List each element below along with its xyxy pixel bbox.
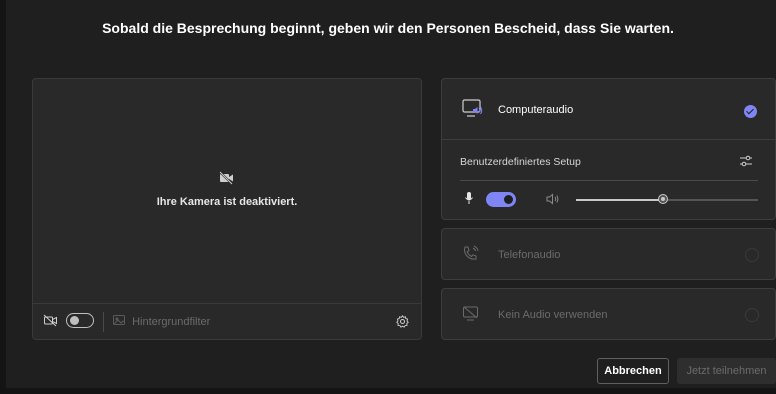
background-filter-icon: [113, 315, 128, 328]
phone-audio-label: Telefonaudio: [498, 249, 561, 261]
computer-audio-label: Computeraudio: [498, 104, 574, 116]
gear-icon[interactable]: [396, 315, 409, 333]
device-settings-icon[interactable]: [739, 154, 753, 172]
no-audio-option[interactable]: Kein Audio verwenden: [441, 288, 776, 340]
camera-off-icon: [43, 314, 59, 332]
window-edge-bottom: [0, 388, 776, 394]
microphone-icon: [464, 191, 474, 210]
window-edge-left: [0, 0, 6, 394]
no-audio-label: Kein Audio verwenden: [498, 309, 608, 321]
camera-toggle[interactable]: [66, 313, 94, 328]
divider: [460, 180, 758, 181]
camera-status-text: Ihre Kamera ist deaktiviert.: [156, 196, 298, 208]
divider: [442, 139, 775, 140]
background-filter-label: Hintergrundfilter: [132, 316, 211, 328]
no-audio-radio[interactable]: [745, 308, 759, 322]
background-filter-button[interactable]: Hintergrundfilter: [113, 315, 210, 328]
camera-toolbar: Hintergrundfilter: [33, 303, 421, 339]
phone-audio-radio[interactable]: [745, 248, 759, 262]
volume-slider-fill: [576, 199, 664, 201]
phone-audio-icon: [462, 245, 480, 268]
computer-audio-option[interactable]: Computeraudio Benutzerdefiniertes Setup: [441, 78, 776, 220]
microphone-toggle[interactable]: [486, 192, 516, 207]
phone-audio-option[interactable]: Telefonaudio: [441, 228, 776, 280]
join-now-button[interactable]: Jetzt teilnehmen: [677, 358, 776, 384]
camera-off-message: Ihre Kamera ist deaktiviert.: [33, 171, 421, 208]
computer-speaker-icon: [462, 99, 484, 124]
volume-slider-thumb[interactable]: [658, 194, 669, 204]
speaker-icon: [546, 192, 560, 210]
video-off-icon: [219, 171, 235, 189]
custom-setup-label: Benutzerdefiniertes Setup: [460, 156, 581, 168]
toolbar-divider: [103, 312, 104, 332]
volume-slider[interactable]: [576, 194, 758, 204]
no-audio-icon: [462, 305, 480, 328]
cancel-button[interactable]: Abbrechen: [597, 358, 669, 384]
camera-preview: Ihre Kamera ist deaktiviert. Hintergrund…: [32, 78, 422, 340]
computer-audio-radio[interactable]: [744, 105, 757, 118]
page-title: Sobald die Besprechung beginnt, geben wi…: [102, 20, 674, 36]
